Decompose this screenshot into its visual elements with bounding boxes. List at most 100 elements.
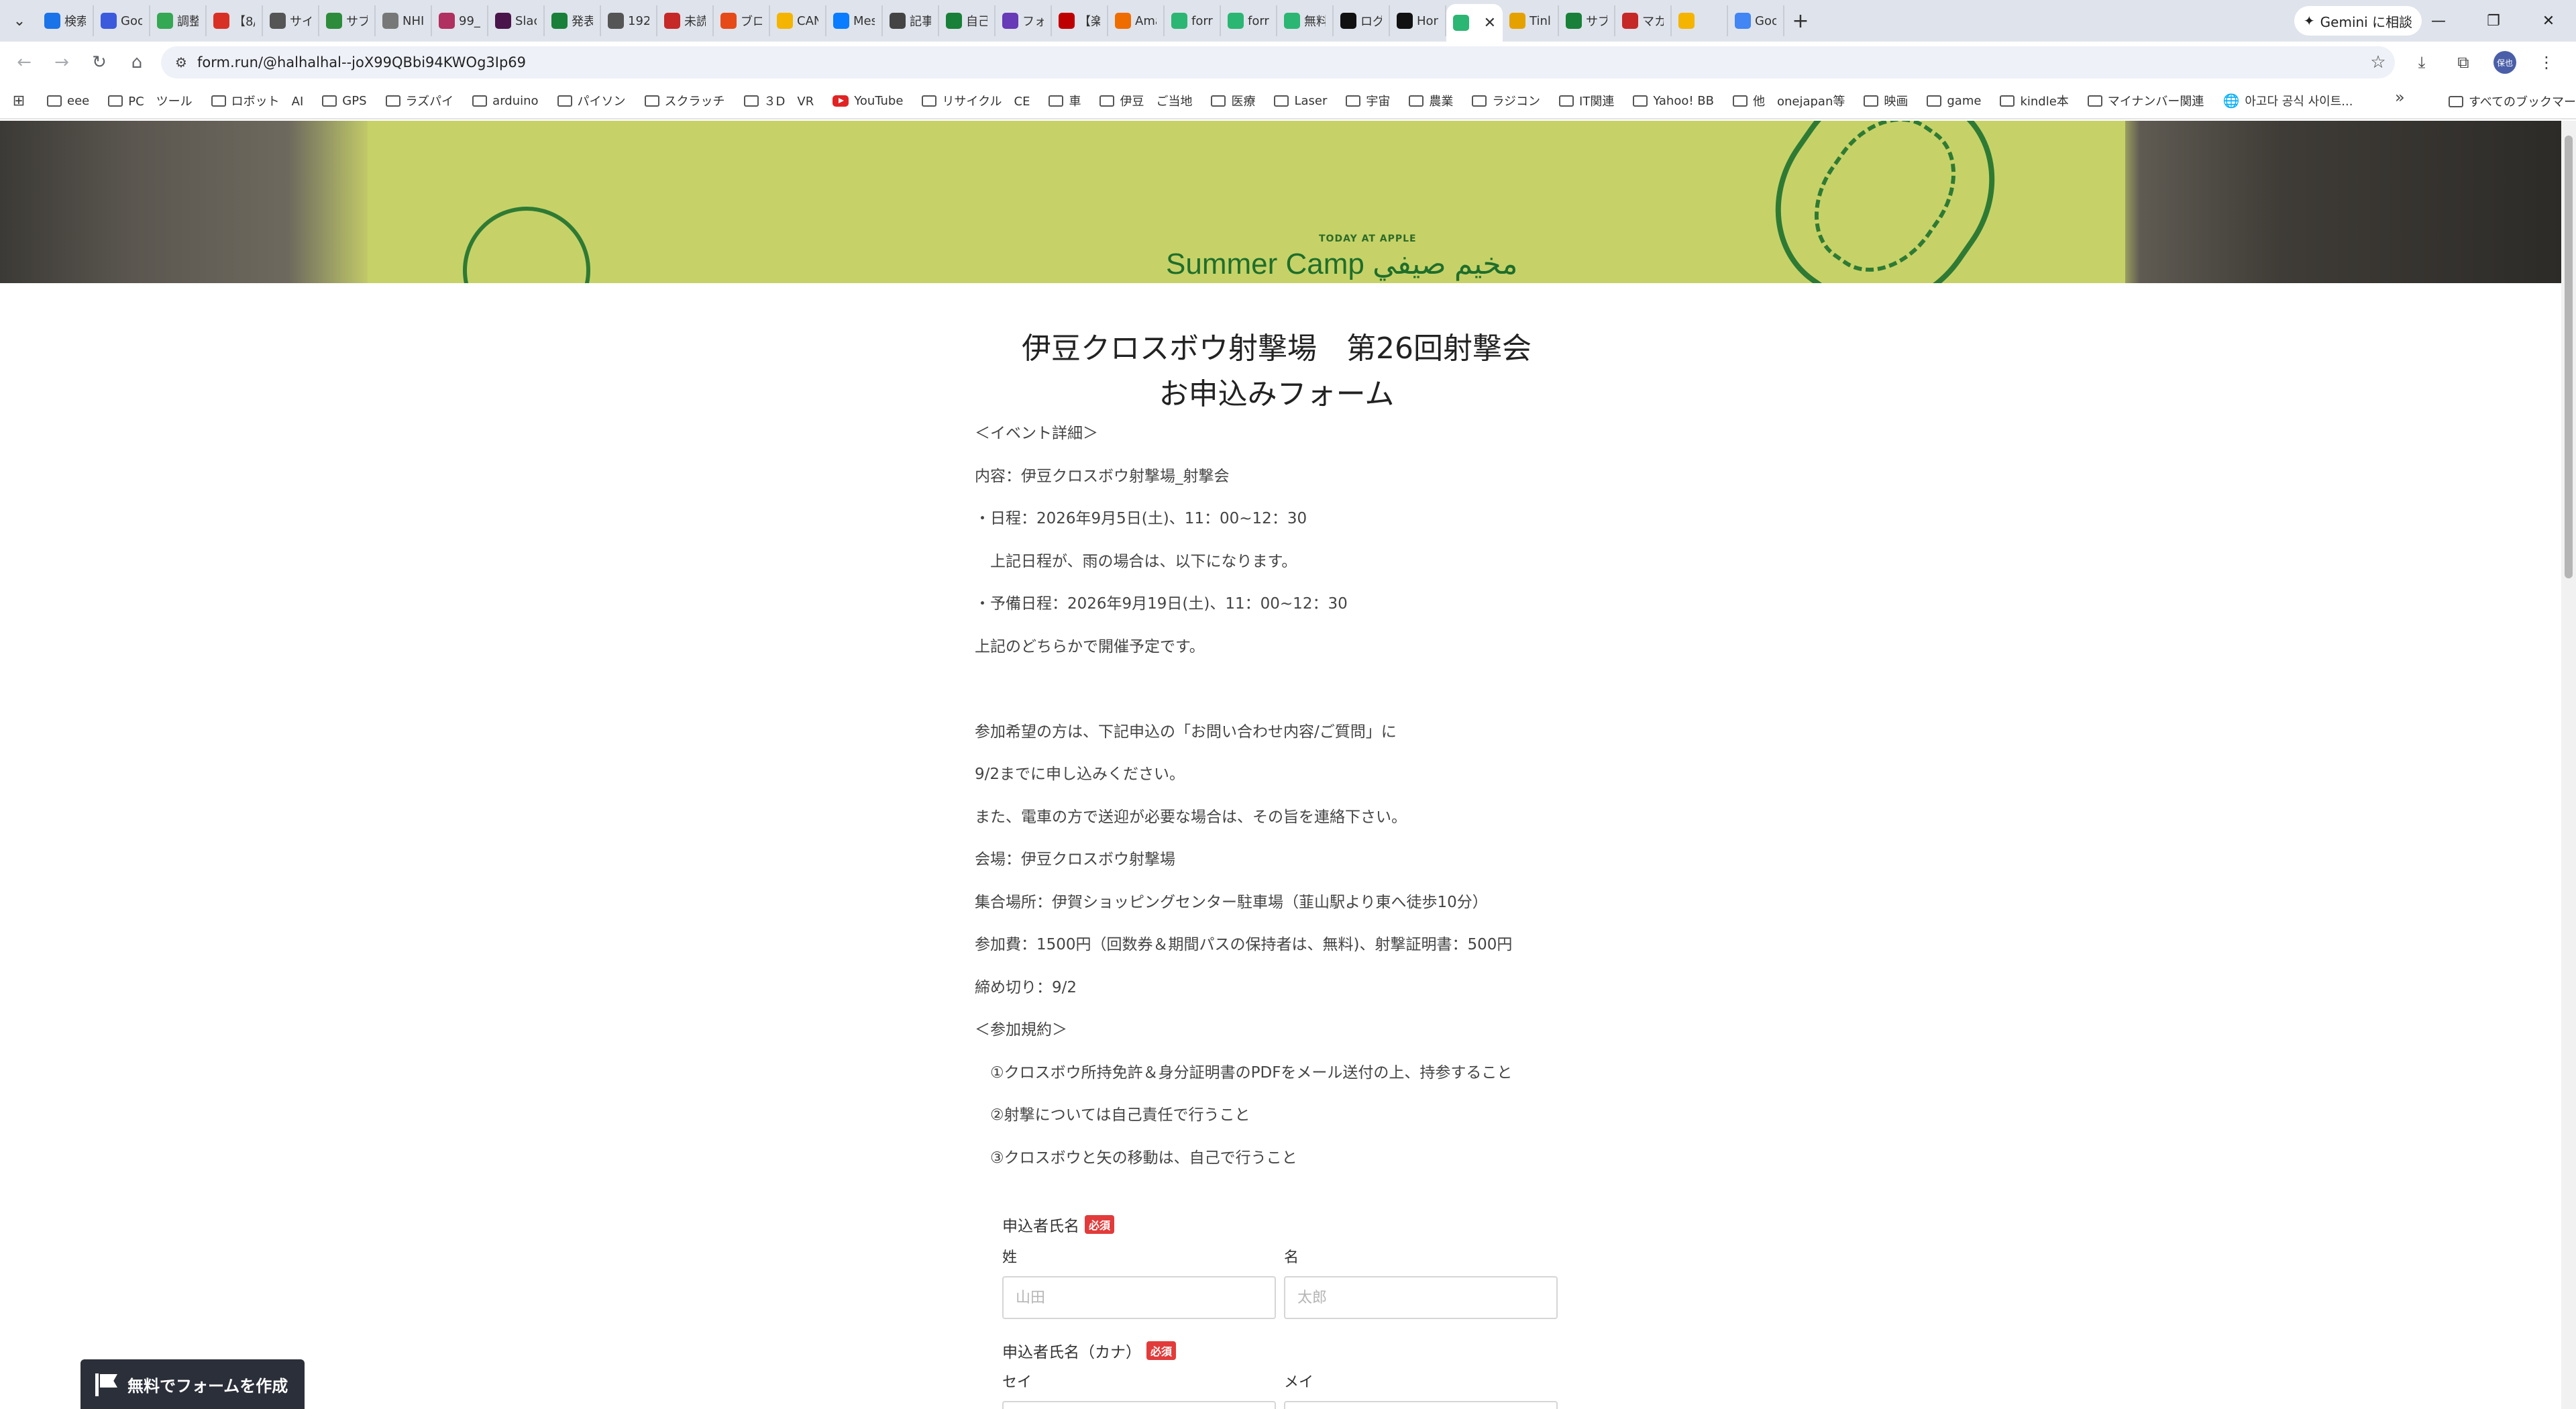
- bookmark-item[interactable]: スクラッチ: [635, 87, 735, 114]
- tab[interactable]: マカ: [1615, 5, 1672, 36]
- tab[interactable]: 無料: [1277, 5, 1334, 36]
- forward-icon[interactable]: →: [43, 44, 80, 81]
- bookmark-star-icon[interactable]: ☆: [2361, 52, 2395, 72]
- tab[interactable]: 記事: [883, 5, 939, 36]
- tab[interactable]: 検索: [38, 5, 94, 36]
- tab[interactable]: サブ: [319, 5, 376, 36]
- close-window-icon[interactable]: ✕: [2521, 0, 2576, 42]
- tab[interactable]: ログ: [1334, 5, 1390, 36]
- minimize-icon[interactable]: —: [2411, 0, 2466, 42]
- tab[interactable]: 未読: [657, 5, 714, 36]
- last-name-input[interactable]: [1002, 1276, 1276, 1319]
- all-bookmarks-button[interactable]: すべてのブックマーク: [2439, 88, 2576, 115]
- bookmark-item[interactable]: eee: [38, 87, 99, 114]
- tab[interactable]: Slac: [488, 5, 545, 36]
- tab[interactable]: Ama: [1108, 5, 1165, 36]
- required-badge: 必須: [1085, 1215, 1115, 1234]
- reload-icon[interactable]: ↻: [80, 44, 118, 81]
- site-info-icon[interactable]: ⚙: [165, 54, 197, 70]
- url-text[interactable]: form.run/@halhalhal--joX99QBbi94KWOg3Ip6…: [197, 54, 2361, 70]
- tab[interactable]: 192: [601, 5, 657, 36]
- bookmark-item[interactable]: 🌐 아고다 공식 사이트...: [2213, 87, 2362, 114]
- folder-icon: [322, 95, 337, 107]
- tab[interactable]: NHI: [376, 5, 432, 36]
- restore-icon[interactable]: ❐: [2466, 0, 2521, 42]
- tab[interactable]: Tinl: [1503, 5, 1559, 36]
- address-bar[interactable]: ⚙ form.run/@halhalhal--joX99QBbi94KWOg3I…: [161, 46, 2395, 79]
- tab-search-icon[interactable]: ⌄: [5, 7, 34, 35]
- tab[interactable]: 調整: [150, 5, 207, 36]
- tab[interactable]: forr: [1165, 5, 1221, 36]
- bookmark-item[interactable]: リサイクル CE: [912, 87, 1039, 114]
- required-badge: 必須: [1146, 1341, 1177, 1360]
- bookmark-label: GPS: [342, 93, 367, 108]
- make-form-button[interactable]: 無料でフォームを作成: [80, 1359, 305, 1409]
- tab[interactable]: Hon: [1390, 5, 1446, 36]
- download-icon[interactable]: ⤓: [2406, 46, 2438, 79]
- last-name-kana-input[interactable]: [1002, 1401, 1276, 1409]
- bookmark-item[interactable]: ３D VR: [735, 87, 824, 114]
- tab[interactable]: Goo: [1728, 5, 1784, 36]
- bookmark-item[interactable]: 映画: [1854, 87, 1917, 114]
- tab-active[interactable]: ✕: [1446, 4, 1503, 42]
- bookmark-item[interactable]: Yahoo! BB: [1623, 87, 1723, 114]
- bookmark-item[interactable]: ロボット AI: [202, 87, 313, 114]
- bookmark-item[interactable]: 他 onejapan等: [1723, 87, 1854, 114]
- folder-icon: [1346, 95, 1361, 107]
- bookmark-item[interactable]: マイナンバー関連: [2078, 87, 2214, 114]
- apps-grid-icon[interactable]: ⊞: [0, 93, 38, 109]
- bookmark-item[interactable]: YouTube: [823, 87, 912, 114]
- tiktok-icon: [1340, 13, 1356, 29]
- tab[interactable]: 【楽: [1052, 5, 1108, 36]
- home-icon[interactable]: ⌂: [118, 44, 156, 81]
- new-tab-icon[interactable]: +: [1784, 5, 1817, 36]
- profile-button[interactable]: 保也: [2489, 46, 2521, 79]
- bookmark-item[interactable]: 伊豆 ご当地: [1090, 87, 1201, 114]
- page-scrollbar[interactable]: [2561, 121, 2576, 1409]
- bookmark-item[interactable]: IT関連: [1550, 87, 1623, 114]
- tab-label: 記事: [910, 15, 931, 29]
- bookmark-item[interactable]: 農業: [1399, 87, 1462, 114]
- tab[interactable]: ブロ: [714, 5, 770, 36]
- first-name-input[interactable]: [1284, 1276, 1558, 1319]
- tab[interactable]: forr: [1221, 5, 1277, 36]
- bookmark-item[interactable]: game: [1917, 87, 1990, 114]
- sheet-icon: [1566, 13, 1582, 29]
- description-line: 上記日程が、雨の場合は、以下になります。: [975, 552, 1297, 570]
- formrun-icon: [1171, 13, 1187, 29]
- tab[interactable]: CAN: [770, 5, 826, 36]
- gemini-button[interactable]: ✦ Gemini に相談: [2294, 6, 2422, 36]
- tab[interactable]: 発表: [545, 5, 601, 36]
- tab[interactable]: サブ: [1559, 5, 1615, 36]
- first-name-kana-input[interactable]: [1284, 1401, 1558, 1409]
- tab[interactable]: 【8/(: [207, 5, 263, 36]
- tab[interactable]: [1672, 5, 1728, 36]
- extensions-icon[interactable]: ⧉: [2447, 46, 2479, 79]
- bookmark-item[interactable]: パイソン: [548, 87, 635, 114]
- bookmark-item[interactable]: ラジコン: [1462, 87, 1550, 114]
- bookmark-item[interactable]: 車: [1039, 87, 1090, 114]
- back-icon[interactable]: ←: [5, 44, 43, 81]
- bookmark-item[interactable]: arduino: [463, 87, 547, 114]
- tab[interactable]: Goo: [94, 5, 150, 36]
- bookmark-item[interactable]: ラズパイ: [376, 87, 464, 114]
- close-tab-icon[interactable]: ✕: [1484, 15, 1496, 32]
- tab-label: サイ: [290, 15, 311, 29]
- tab[interactable]: フォ: [996, 5, 1052, 36]
- bookmark-item[interactable]: PC ツール: [99, 87, 201, 114]
- bookmark-item[interactable]: GPS: [313, 87, 376, 114]
- description-line: 参加希望の方は、下記申込の「お問い合わせ内容/ご質問」に: [975, 723, 1397, 741]
- tab[interactable]: サイ: [263, 5, 319, 36]
- tab[interactable]: 自己: [939, 5, 996, 36]
- tab[interactable]: 99_: [432, 5, 488, 36]
- bookmark-item[interactable]: 宇宙: [1336, 87, 1399, 114]
- tab[interactable]: Mes: [826, 5, 883, 36]
- bookmarks-overflow-icon[interactable]: »: [2395, 88, 2405, 107]
- bookmark-item[interactable]: 医療: [1201, 87, 1265, 114]
- kana-field-label: 申込者氏名（カナ）: [1002, 1344, 1141, 1361]
- bookmark-item[interactable]: Laser: [1265, 87, 1336, 114]
- menu-icon[interactable]: ⋮: [2530, 46, 2563, 79]
- bookmark-item[interactable]: kindle本: [1990, 87, 2078, 114]
- bookmark-list: eee PC ツール ロボット AI GPS ラズパイ arduino パイソン スクラッチ ３…: [38, 87, 2362, 114]
- scrollbar-thumb[interactable]: [2565, 136, 2573, 578]
